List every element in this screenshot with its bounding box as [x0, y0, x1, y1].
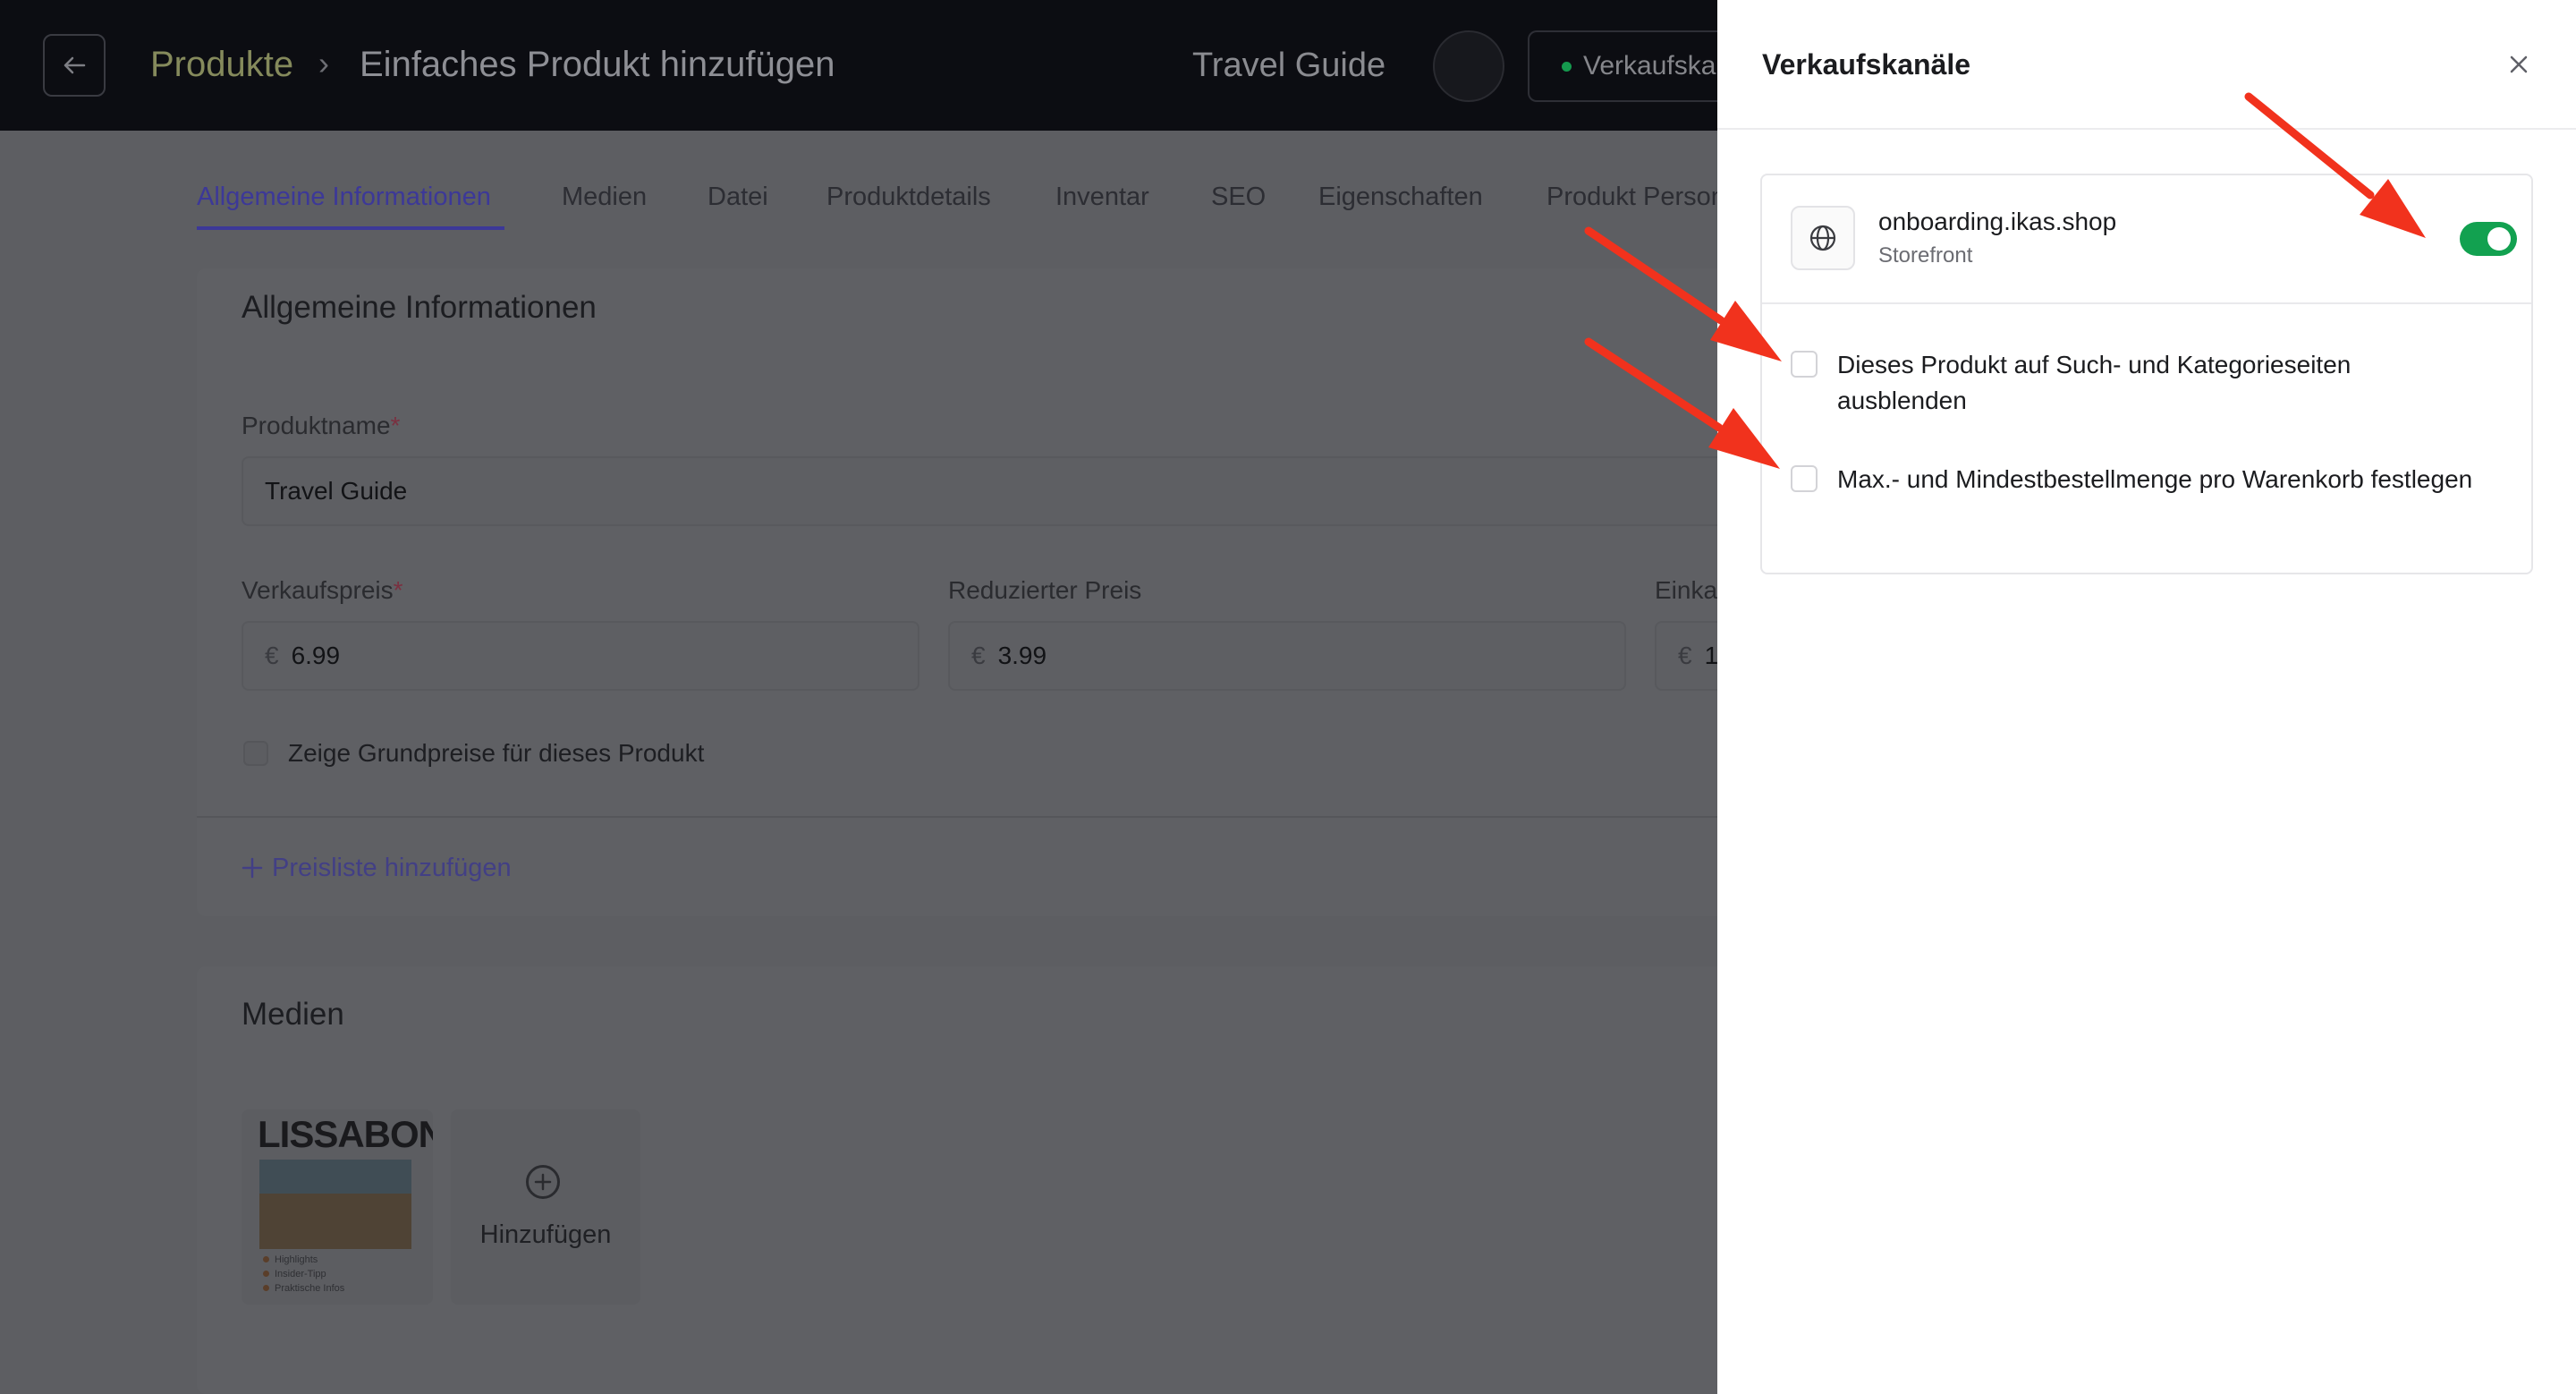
- thumbnail-photo: [259, 1160, 411, 1249]
- tab-inventory[interactable]: Inventar: [1055, 183, 1149, 212]
- plus-icon: [242, 857, 263, 879]
- breadcrumb-separator: ›: [318, 45, 329, 81]
- purchase-price-value: 1: [1704, 642, 1719, 669]
- product-name-input[interactable]: Travel Guide: [242, 456, 1762, 526]
- thumbnail-line: Praktische Infos: [263, 1283, 344, 1294]
- close-icon: [2510, 55, 2528, 73]
- sale-price-value: 6.99: [291, 642, 341, 669]
- globe-icon: [1791, 206, 1855, 270]
- tab-seo[interactable]: SEO: [1211, 183, 1266, 212]
- drawer-header: Verkaufskanäle: [1717, 0, 2576, 130]
- thumbnail-title: LISSABON: [258, 1113, 433, 1155]
- divider: [197, 816, 1807, 818]
- product-avatar: [1433, 30, 1504, 102]
- discount-price-value: 3.99: [997, 642, 1047, 669]
- add-media-label: Hinzufügen: [479, 1220, 612, 1249]
- product-name-label: Produktname*: [242, 412, 401, 439]
- discount-price-input[interactable]: €3.99: [948, 621, 1626, 691]
- sales-channels-button-label: Verkaufskanäle: [1583, 51, 1733, 81]
- close-drawer-button[interactable]: [2501, 47, 2537, 82]
- channel-name: onboarding.ikas.shop: [1878, 208, 2117, 235]
- drawer-title: Verkaufskanäle: [1762, 48, 1971, 81]
- channel-type: Storefront: [1878, 243, 1973, 268]
- base-price-checkbox-label: Zeige Grundpreise für dieses Produkt: [288, 739, 705, 767]
- back-button[interactable]: [43, 34, 106, 97]
- product-name-heading: Travel Guide: [1192, 47, 1386, 84]
- page-title: Einfaches Produkt hinzufügen: [360, 45, 835, 84]
- sales-channels-button[interactable]: Verkaufskanäle: [1528, 30, 1733, 102]
- channel-enabled-toggle[interactable]: [2460, 222, 2517, 256]
- status-dot: [1562, 62, 1572, 72]
- tab-attributes[interactable]: Eigenschaften: [1318, 183, 1483, 212]
- thumbnail-line: Highlights: [263, 1254, 318, 1265]
- thumbnail-line: Insider-Tipp: [263, 1269, 326, 1279]
- tab-media[interactable]: Medien: [562, 183, 647, 212]
- add-media-button[interactable]: Hinzufügen: [451, 1109, 640, 1305]
- tab-general-info[interactable]: Allgemeine Informationen: [197, 183, 491, 212]
- breadcrumb-products-link[interactable]: Produkte: [150, 45, 293, 85]
- order-quantity-checkbox[interactable]: [1791, 465, 1818, 492]
- general-info-title: Allgemeine Informationen: [242, 290, 597, 325]
- hide-product-label: Dieses Produkt auf Such- und Kategoriese…: [1837, 351, 2351, 414]
- arrow-left-icon: [64, 56, 86, 74]
- media-thumbnail[interactable]: LISSABON Highlights Insider-Tipp Praktis…: [242, 1109, 433, 1305]
- plus-circle-icon: [526, 1165, 560, 1199]
- tab-file[interactable]: Datei: [708, 183, 768, 212]
- sale-price-label: Verkaufspreis*: [242, 576, 403, 604]
- order-quantity-label: Max.- und Mindestbestellmenge pro Warenk…: [1837, 465, 2473, 493]
- currency-symbol: €: [265, 642, 279, 669]
- media-title: Medien: [242, 997, 344, 1032]
- channel-row: onboarding.ikas.shop Storefront: [1762, 175, 2531, 304]
- base-price-checkbox[interactable]: [243, 741, 268, 766]
- media-card: [197, 966, 1807, 1394]
- hide-product-checkbox[interactable]: [1791, 351, 1818, 378]
- tab-product-details[interactable]: Produktdetails: [826, 183, 991, 212]
- sales-channels-drawer: Verkaufskanäle onboarding.ikas.shop Stor…: [1717, 0, 2576, 1394]
- active-tab-indicator: [197, 226, 504, 230]
- channel-card: onboarding.ikas.shop Storefront Dieses P…: [1760, 174, 2533, 574]
- add-price-list-link[interactable]: Preisliste hinzufügen: [242, 854, 512, 883]
- currency-symbol: €: [1678, 642, 1692, 669]
- sale-price-input[interactable]: €6.99: [242, 621, 919, 691]
- currency-symbol: €: [971, 642, 986, 669]
- toggle-knob: [2487, 227, 2511, 251]
- discount-price-label: Reduzierter Preis: [948, 576, 1142, 604]
